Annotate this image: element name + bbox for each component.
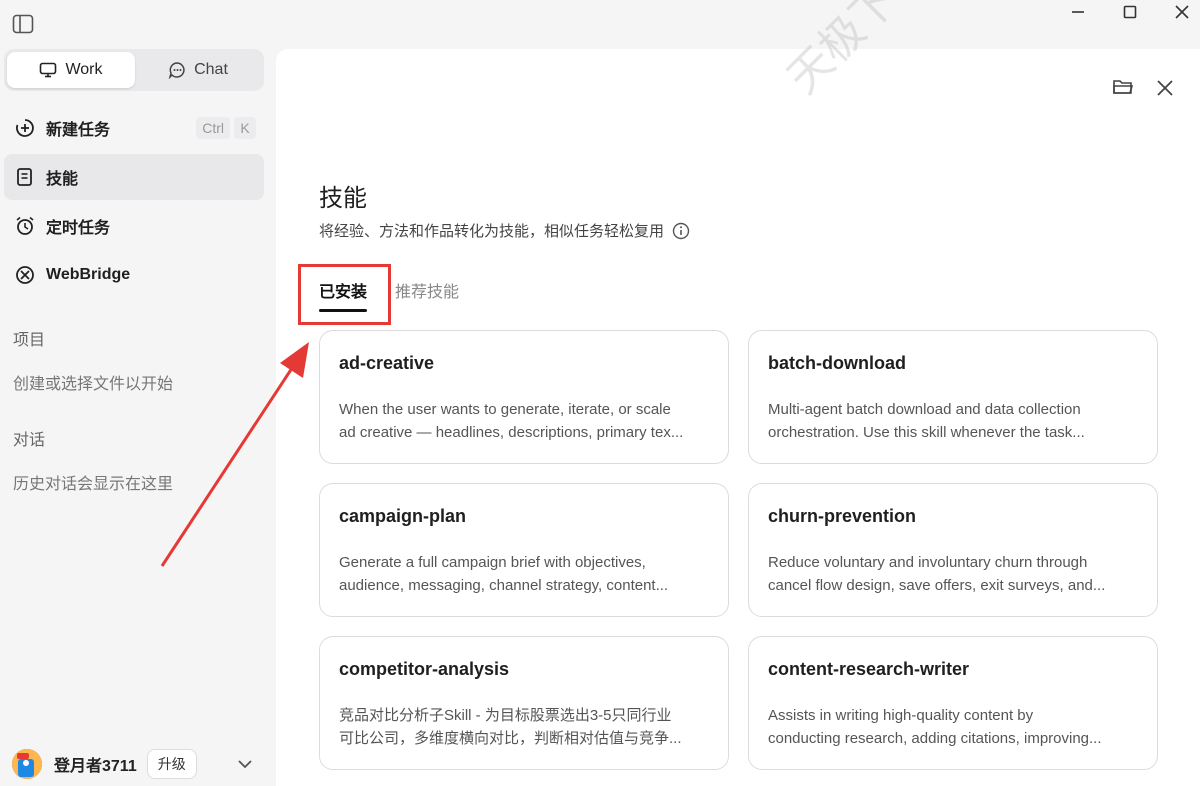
skill-card[interactable]: campaign-plan Generate a full campaign b… [319, 483, 729, 617]
chat-bubble-icon [168, 62, 185, 79]
bridge-icon [14, 264, 36, 286]
shortcut-key-ctrl: Ctrl [196, 117, 230, 139]
conversations-section-label: 对话 [13, 432, 46, 449]
chevron-down-icon[interactable] [236, 755, 254, 773]
skill-card-desc-line: 可比公司，多维度横向对比，判断相对估值与竞争... [339, 730, 682, 747]
skill-book-icon [14, 166, 36, 188]
alarm-clock-icon [14, 215, 36, 237]
skill-card[interactable]: ad-creative When the user wants to gener… [319, 330, 729, 464]
chat-mode-button[interactable]: Chat [134, 52, 262, 88]
projects-section-label: 项目 [13, 332, 46, 349]
page-title: 技能 [319, 185, 367, 212]
minimize-icon[interactable] [1070, 4, 1086, 20]
skill-card-title: churn-prevention [768, 506, 917, 526]
skill-card[interactable]: competitor-analysis 竞品对比分析子Skill - 为目标股票… [319, 636, 729, 770]
tab-recommended[interactable]: 推荐技能 [395, 278, 459, 312]
skill-card-title: campaign-plan [339, 506, 467, 526]
window-close-icon[interactable] [1174, 4, 1190, 20]
skill-card-description: 竞品对比分析子Skill - 为目标股票选出3-5只同行业 可比公司，多维度横向… [339, 704, 708, 750]
skill-card-desc-line: Multi-agent batch download and data coll… [768, 401, 1081, 418]
skill-card[interactable]: content-research-writer Assists in writi… [748, 636, 1158, 770]
skill-card-title: competitor-analysis [339, 659, 510, 679]
work-mode-label: Work [65, 61, 103, 78]
shortcut-key-k: K [234, 117, 256, 139]
projects-empty-hint: 创建或选择文件以开始 [13, 376, 174, 393]
user-bar: 登月者3711 升级 [12, 746, 264, 782]
upgrade-button[interactable]: 升级 [146, 749, 197, 779]
skill-card-description: When the user wants to generate, iterate… [339, 398, 708, 444]
mode-switch: Work Chat [4, 49, 264, 91]
sidebar-item-label: 新建任务 [46, 122, 111, 139]
sidebar-item-skills[interactable]: 技能 [4, 154, 264, 200]
skill-card-desc-line: Generate a full campaign brief with obje… [339, 554, 646, 571]
skill-card-desc-line: When the user wants to generate, iterate… [339, 401, 671, 418]
page-subtitle: 将经验、方法和作品转化为技能，相似任务轻松复用 [319, 220, 690, 241]
skill-card-desc-line: conducting research, adding citations, i… [768, 730, 1102, 747]
skill-card-title: content-research-writer [768, 659, 970, 679]
skill-card-title: batch-download [768, 353, 906, 373]
info-icon[interactable] [672, 222, 690, 240]
sidebar-item-webbridge[interactable]: WebBridge [4, 252, 264, 298]
sidebar-item-label: 定时任务 [46, 220, 111, 237]
sidebar-toggle-icon[interactable] [12, 14, 34, 34]
skill-card-desc-line: orchestration. Use this skill whenever t… [768, 424, 1085, 441]
skill-card-description: Generate a full campaign brief with obje… [339, 551, 708, 597]
app-window: Work Chat 新建任务 Ctrl K 技能 定时任务 WebBridge … [0, 0, 1200, 786]
skill-card-desc-line: Reduce voluntary and involuntary churn t… [768, 554, 1088, 571]
skill-card-desc-line: Assists in writing high-quality content … [768, 707, 1034, 724]
page-subtitle-text: 将经验、方法和作品转化为技能，相似任务轻松复用 [319, 223, 665, 240]
skill-card-description: Assists in writing high-quality content … [768, 704, 1137, 750]
tab-installed[interactable]: 已安装 [319, 278, 368, 312]
sidebar-item-scheduled-tasks[interactable]: 定时任务 [4, 203, 264, 249]
work-mode-button[interactable]: Work [7, 52, 135, 88]
shortcut-keys: Ctrl K [196, 117, 256, 139]
monitor-icon [40, 62, 57, 78]
sidebar: Work Chat 新建任务 Ctrl K 技能 定时任务 WebBridge … [0, 0, 272, 786]
skill-card-desc-line: ad creative — headlines, descriptions, p… [339, 424, 684, 441]
user-name: 登月者3711 [54, 758, 137, 775]
skill-card-desc-line: cancel flow design, save offers, exit su… [768, 577, 1106, 594]
sidebar-item-label: WebBridge [46, 266, 131, 283]
skill-card-desc-line: audience, messaging, channel strategy, c… [339, 577, 669, 594]
skill-card-desc-line: 竞品对比分析子Skill - 为目标股票选出3-5只同行业 [339, 707, 672, 724]
skills-tabs: 已安装 推荐技能 [319, 278, 459, 312]
skill-card[interactable]: batch-download Multi-agent batch downloa… [748, 330, 1158, 464]
skill-card-description: Reduce voluntary and involuntary churn t… [768, 551, 1137, 597]
plus-circle-icon [14, 117, 36, 139]
skill-card-title: ad-creative [339, 353, 435, 373]
skill-card-description: Multi-agent batch download and data coll… [768, 398, 1137, 444]
skill-card[interactable]: churn-prevention Reduce voluntary and in… [748, 483, 1158, 617]
sidebar-item-new-task[interactable]: 新建任务 Ctrl K [4, 105, 264, 151]
avatar[interactable] [12, 749, 42, 779]
close-icon[interactable] [1156, 79, 1174, 97]
conversations-empty-hint: 历史对话会显示在这里 [13, 476, 174, 493]
folder-icon[interactable] [1112, 77, 1134, 97]
sidebar-item-label: 技能 [46, 171, 79, 188]
maximize-icon[interactable] [1122, 4, 1138, 20]
chat-mode-label: Chat [194, 61, 228, 78]
